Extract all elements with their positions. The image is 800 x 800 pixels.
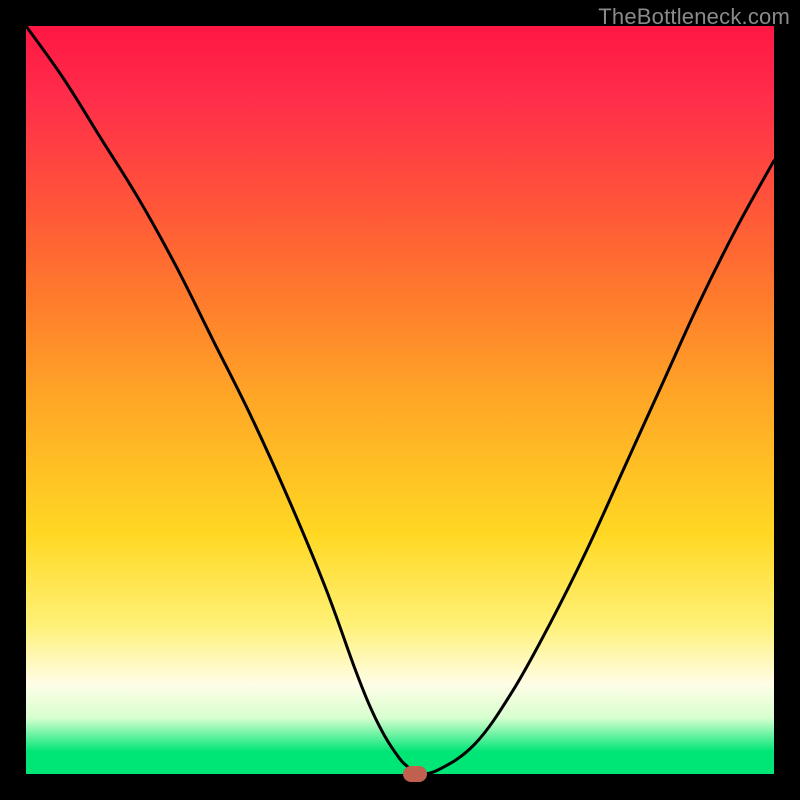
watermark-label: TheBottleneck.com	[598, 4, 790, 30]
bottleneck-curve	[26, 26, 774, 774]
optimal-point-marker	[403, 766, 427, 782]
curve-path	[26, 26, 774, 774]
chart-container: TheBottleneck.com	[0, 0, 800, 800]
